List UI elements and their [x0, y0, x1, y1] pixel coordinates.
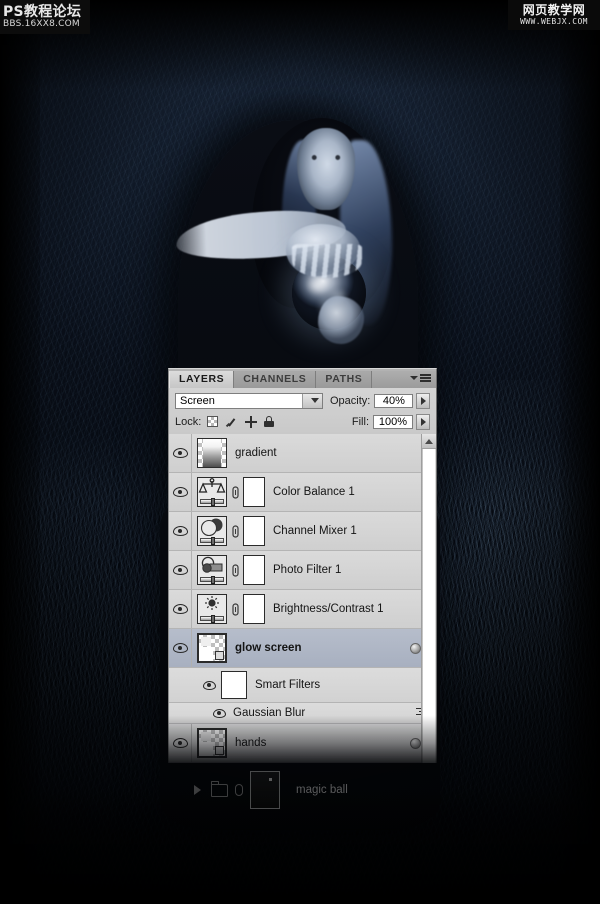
- blend-mode-select[interactable]: Screen: [175, 392, 323, 409]
- tab-paths[interactable]: PATHS: [316, 371, 373, 388]
- smart-object-badge-icon[interactable]: [410, 642, 421, 654]
- watermark-left: PS教程论坛 BBS.16XX8.COM: [0, 0, 90, 34]
- link-icon[interactable]: [230, 563, 240, 577]
- layer-name: hands: [235, 737, 267, 749]
- smart-filters-indent: Smart Filters: [203, 671, 320, 699]
- photo-filter-icon[interactable]: [197, 555, 227, 585]
- table-row-selected[interactable]: glow screen: [169, 629, 436, 668]
- channel-mixer-icon[interactable]: [197, 516, 227, 546]
- eye-icon[interactable]: [169, 434, 192, 472]
- table-row[interactable]: gradient: [169, 434, 436, 473]
- layer-name: Color Balance 1: [273, 486, 355, 498]
- balance-scales-icon: [198, 478, 226, 493]
- panel-menu-icon[interactable]: [410, 372, 432, 384]
- link-icon[interactable]: [235, 784, 243, 796]
- tab-layers[interactable]: LAYERS: [169, 371, 235, 388]
- fill-stepper[interactable]: [416, 413, 430, 430]
- lock-label: Lock:: [175, 415, 202, 428]
- panel-options: Screen Opacity: 40% Lock: Fill: 100%: [168, 388, 437, 434]
- lock-transparent-pixels-icon[interactable]: [207, 416, 219, 427]
- link-icon[interactable]: [230, 602, 240, 616]
- smart-object-badge-icon: [215, 746, 224, 755]
- table-row[interactable]: hands: [169, 724, 436, 763]
- hamburger-icon: [420, 374, 431, 382]
- layer-list: gradient Color Balance 1 Channel Mixer 1…: [168, 434, 437, 763]
- eye-icon[interactable]: [169, 512, 192, 550]
- table-row[interactable]: Photo Filter 1: [169, 551, 436, 590]
- smart-filters-row[interactable]: Smart Filters: [169, 668, 436, 703]
- lock-icon-group: [207, 415, 275, 428]
- filter-mask-thumbnail[interactable]: [221, 671, 247, 699]
- edge-shade-right: [560, 0, 600, 904]
- triangle-right-icon[interactable]: [194, 785, 201, 795]
- link-icon[interactable]: [230, 524, 240, 538]
- layer-list-scrollbar[interactable]: [421, 434, 436, 763]
- lock-image-pixels-icon[interactable]: [225, 416, 238, 428]
- camera-lens-icon: [201, 556, 223, 573]
- smart-filters-label: Smart Filters: [255, 679, 321, 691]
- watermark-right-url: WWW.WEBJX.COM: [520, 17, 588, 26]
- panel-tab-bar: LAYERS CHANNELS PATHS: [168, 368, 437, 388]
- layers-panel: LAYERS CHANNELS PATHS Screen Opacity: 40…: [168, 368, 437, 763]
- layer-name: glow screen: [235, 642, 302, 654]
- opacity-input[interactable]: 40%: [374, 393, 414, 408]
- watermark-left-url: BBS.16XX8.COM: [3, 18, 80, 29]
- table-row[interactable]: Channel Mixer 1: [169, 512, 436, 551]
- scroll-up-arrow-icon[interactable]: [422, 434, 436, 449]
- filter-indent: Gaussian Blur: [213, 707, 305, 719]
- layer-name: gradient: [235, 447, 277, 459]
- link-icon[interactable]: [230, 485, 240, 499]
- group-thumbnail[interactable]: [250, 771, 280, 809]
- scrollbar-track[interactable]: [423, 449, 435, 763]
- sun-icon: [205, 596, 219, 610]
- smart-object-thumbnail[interactable]: [197, 633, 227, 663]
- eye-icon[interactable]: [213, 708, 226, 718]
- layer-name: Photo Filter 1: [273, 564, 342, 576]
- chevron-down-icon: [410, 376, 418, 380]
- edge-shade-left: [0, 0, 40, 904]
- layer-name: Channel Mixer 1: [273, 525, 357, 537]
- folder-icon: [210, 780, 228, 797]
- lock-position-icon[interactable]: [245, 415, 258, 428]
- group-row-magic-ball[interactable]: magic ball: [168, 768, 437, 812]
- watermark-right-title: 网页教学网: [522, 3, 586, 17]
- smart-object-thumbnail[interactable]: [197, 728, 227, 758]
- group-name: magic ball: [296, 784, 348, 796]
- color-balance-icon[interactable]: [197, 477, 227, 507]
- filter-row[interactable]: Gaussian Blur: [169, 703, 436, 724]
- watermark-right: 网页教学网 WWW.WEBJX.COM: [508, 0, 600, 30]
- eye-icon[interactable]: [169, 473, 192, 511]
- eye-icon[interactable]: [169, 590, 192, 628]
- opacity-stepper[interactable]: [416, 392, 430, 409]
- brightness-contrast-icon[interactable]: [197, 594, 227, 624]
- layer-mask-thumbnail[interactable]: [243, 594, 265, 624]
- gradient-thumbnail[interactable]: [197, 438, 227, 468]
- lock-fill-row: Lock: Fill: 100%: [175, 413, 430, 430]
- tab-channels[interactable]: CHANNELS: [234, 371, 317, 388]
- blend-opacity-row: Screen Opacity: 40%: [175, 392, 430, 409]
- layer-mask-thumbnail[interactable]: [243, 477, 265, 507]
- eye-icon[interactable]: [203, 680, 216, 690]
- lock-all-icon[interactable]: [264, 416, 275, 427]
- layer-mask-thumbnail[interactable]: [243, 555, 265, 585]
- blend-mode-value: Screen: [180, 394, 215, 407]
- two-circles-icon: [200, 518, 223, 537]
- opacity-label: Opacity:: [330, 394, 371, 407]
- layer-name: Brightness/Contrast 1: [273, 603, 384, 615]
- fill-input[interactable]: 100%: [373, 414, 413, 429]
- fill-label: Fill:: [351, 415, 369, 428]
- watermark-left-title: PS教程论坛: [3, 3, 82, 20]
- layer-mask-thumbnail[interactable]: [243, 516, 265, 546]
- table-row[interactable]: Brightness/Contrast 1: [169, 590, 436, 629]
- smart-object-badge-icon[interactable]: [410, 737, 421, 749]
- eye-icon[interactable]: [169, 724, 192, 762]
- screenshot-root: PS教程论坛 BBS.16XX8.COM 网页教学网 WWW.WEBJX.COM…: [0, 0, 600, 904]
- eye-icon[interactable]: [169, 551, 192, 589]
- smart-object-badge-icon: [215, 651, 224, 660]
- table-row[interactable]: Color Balance 1: [169, 473, 436, 512]
- filter-name: Gaussian Blur: [233, 707, 306, 719]
- chevron-down-icon[interactable]: [302, 393, 322, 408]
- eye-icon[interactable]: [169, 629, 192, 667]
